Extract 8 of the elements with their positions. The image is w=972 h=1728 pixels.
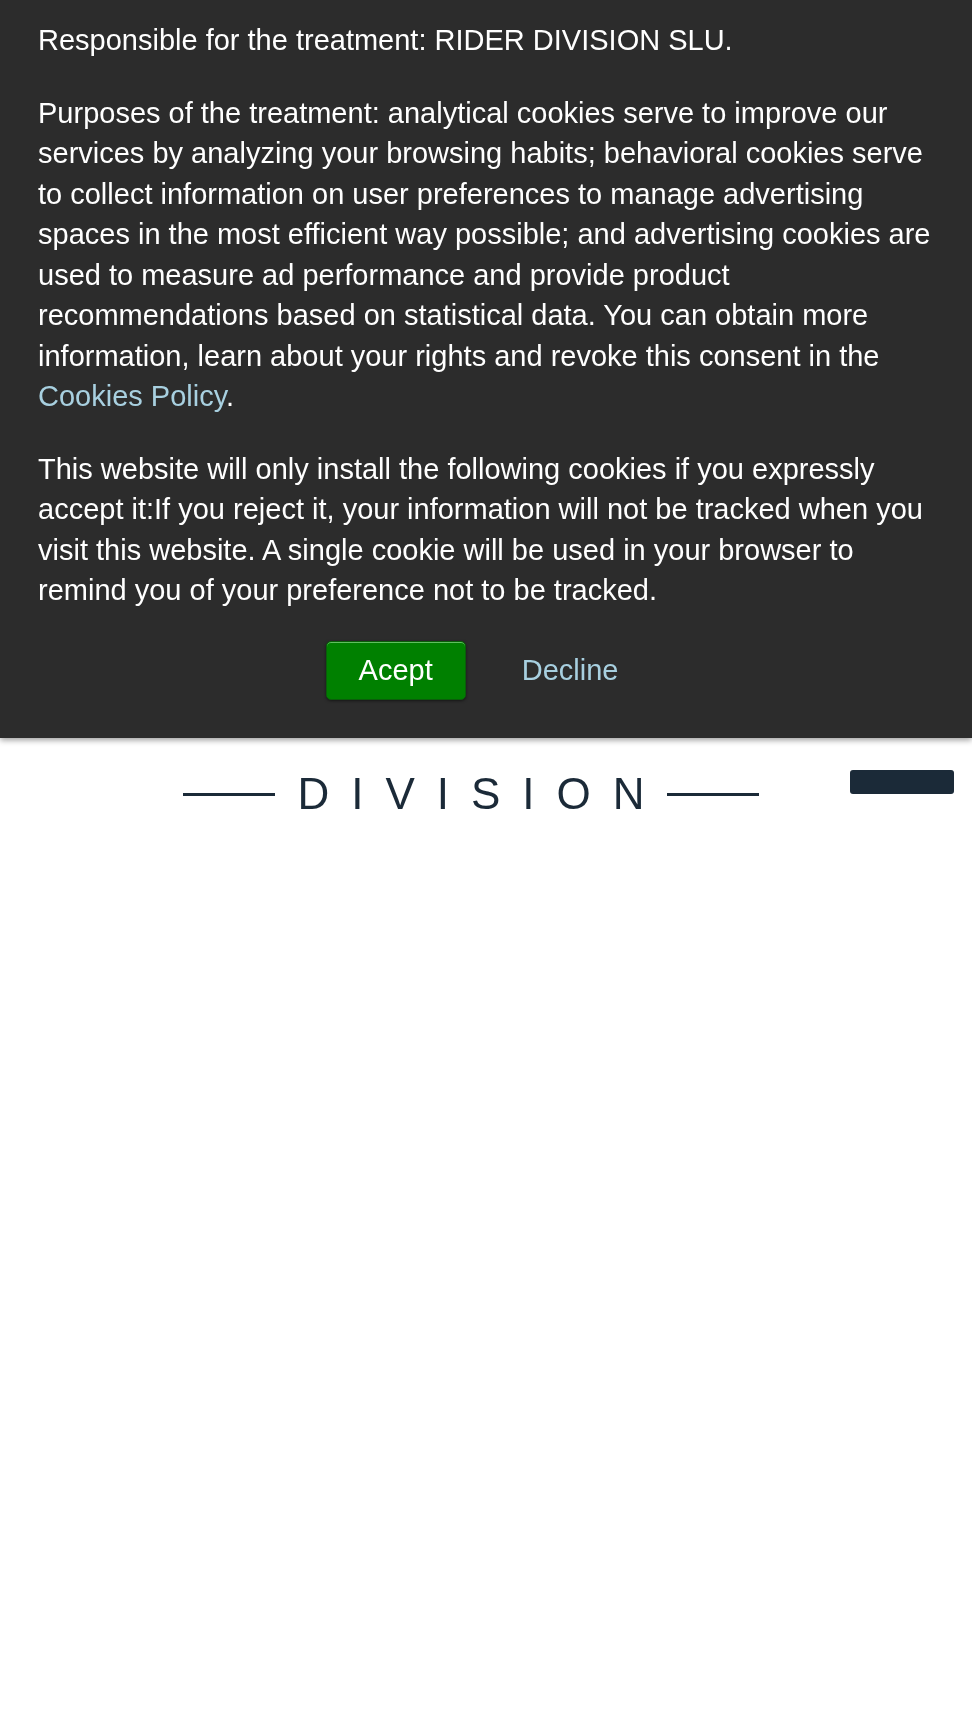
menu-button[interactable] <box>850 770 954 794</box>
cookies-policy-link[interactable]: Cookies Policy <box>38 380 227 412</box>
banner-paragraph: Responsible for the treatment: RIDER DIVISION SLU. <box>38 23 734 58</box>
logo-text: DIVISION <box>297 772 667 816</box>
accept-button[interactable]: Acept <box>325 640 466 700</box>
banner-paragraph: This website will only install the following cookies if you expressly accept it:If you reject it, your information will not be tracked when you visit this website. A single cookie will be used in your browser to remind you of your preference not to be tracked. <box>38 451 924 608</box>
banner-paragraph: Purposes of the treatment: analytical cookies serve to improve our services by analyzing your browsing habits; behavioral cookies serve to collect information on user preferences to manage advertising spaces in the most efficient way possible; and advertising cookies are used to measure ad performance and provide product recommendations based on statistical data. You can obtain more information, learn about your rights and revoke this consent in the Cookies Policy. <box>38 95 932 414</box>
decline-button[interactable]: Decline <box>517 641 623 699</box>
